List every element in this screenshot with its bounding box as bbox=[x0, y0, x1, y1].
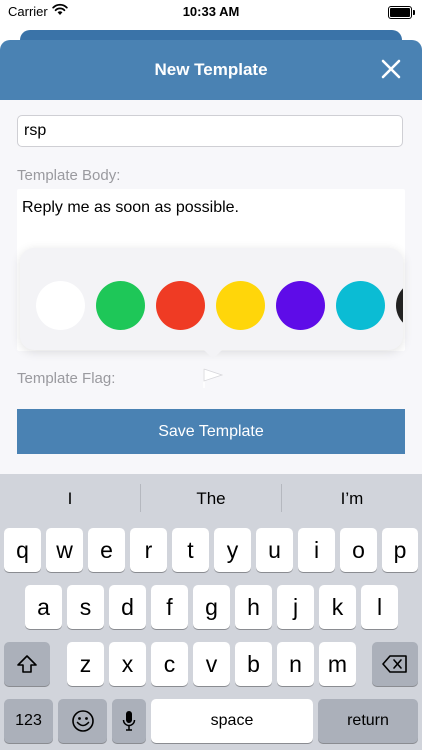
key-y[interactable]: y bbox=[214, 528, 251, 572]
flag-color-white[interactable] bbox=[36, 281, 85, 330]
key-h[interactable]: h bbox=[235, 585, 272, 629]
template-name-input[interactable] bbox=[17, 115, 403, 147]
space-key[interactable]: space bbox=[151, 699, 313, 743]
key-r[interactable]: r bbox=[130, 528, 167, 572]
key-l[interactable]: l bbox=[361, 585, 398, 629]
key-w[interactable]: w bbox=[46, 528, 83, 572]
flag-color-yellow[interactable] bbox=[216, 281, 265, 330]
key-u[interactable]: u bbox=[256, 528, 293, 572]
key-e[interactable]: e bbox=[88, 528, 125, 572]
nav-bar: New Template bbox=[0, 40, 422, 100]
flag-color-cyan[interactable] bbox=[336, 281, 385, 330]
emoji-key[interactable] bbox=[58, 699, 107, 743]
keyboard: I The I’m q w e r t y u i o p a s d f g … bbox=[0, 474, 422, 750]
key-p[interactable]: p bbox=[382, 528, 418, 572]
key-j[interactable]: j bbox=[277, 585, 314, 629]
microphone-icon bbox=[122, 711, 136, 731]
popover-arrow bbox=[203, 349, 223, 359]
key-z[interactable]: z bbox=[67, 642, 104, 686]
flag-color-green[interactable] bbox=[96, 281, 145, 330]
template-body-label: Template Body: bbox=[17, 167, 121, 184]
status-bar: Carrier 10:33 AM bbox=[0, 0, 422, 24]
return-key[interactable]: return bbox=[318, 699, 418, 743]
key-x[interactable]: x bbox=[109, 642, 146, 686]
save-template-button[interactable]: Save Template bbox=[17, 409, 405, 454]
key-v[interactable]: v bbox=[193, 642, 230, 686]
suggestion-3[interactable]: I’m bbox=[282, 474, 422, 524]
flag-color-purple[interactable] bbox=[276, 281, 325, 330]
delete-key[interactable] bbox=[372, 642, 418, 686]
close-button[interactable] bbox=[378, 56, 404, 82]
clock: 10:33 AM bbox=[182, 4, 240, 19]
key-t[interactable]: t bbox=[172, 528, 209, 572]
shift-icon bbox=[17, 655, 37, 673]
key-n[interactable]: n bbox=[277, 642, 314, 686]
emoji-icon bbox=[71, 710, 94, 732]
battery-icon bbox=[388, 6, 415, 19]
numbers-key[interactable]: 123 bbox=[4, 699, 53, 743]
key-d[interactable]: d bbox=[109, 585, 146, 629]
close-icon bbox=[381, 59, 401, 79]
shift-key[interactable] bbox=[4, 642, 50, 686]
template-body-text: Reply me as soon as possible. bbox=[22, 199, 239, 216]
suggestion-2[interactable]: The bbox=[141, 474, 281, 524]
flag-color-black[interactable] bbox=[396, 281, 403, 330]
key-f[interactable]: f bbox=[151, 585, 188, 629]
key-m[interactable]: m bbox=[319, 642, 356, 686]
key-c[interactable]: c bbox=[151, 642, 188, 686]
key-o[interactable]: o bbox=[340, 528, 377, 572]
key-g[interactable]: g bbox=[193, 585, 230, 629]
template-flag-label: Template Flag: bbox=[17, 370, 116, 387]
key-s[interactable]: s bbox=[67, 585, 104, 629]
key-a[interactable]: a bbox=[25, 585, 62, 629]
dictation-key[interactable] bbox=[112, 699, 146, 743]
flag-color-red[interactable] bbox=[156, 281, 205, 330]
key-i[interactable]: i bbox=[298, 528, 335, 572]
flag-color-picker bbox=[20, 248, 403, 350]
suggestion-1[interactable]: I bbox=[0, 474, 140, 524]
key-k[interactable]: k bbox=[319, 585, 356, 629]
delete-icon bbox=[382, 655, 407, 673]
page-title: New Template bbox=[154, 60, 268, 79]
key-b[interactable]: b bbox=[235, 642, 272, 686]
flag-icon[interactable] bbox=[201, 366, 225, 395]
key-q[interactable]: q bbox=[4, 528, 41, 572]
